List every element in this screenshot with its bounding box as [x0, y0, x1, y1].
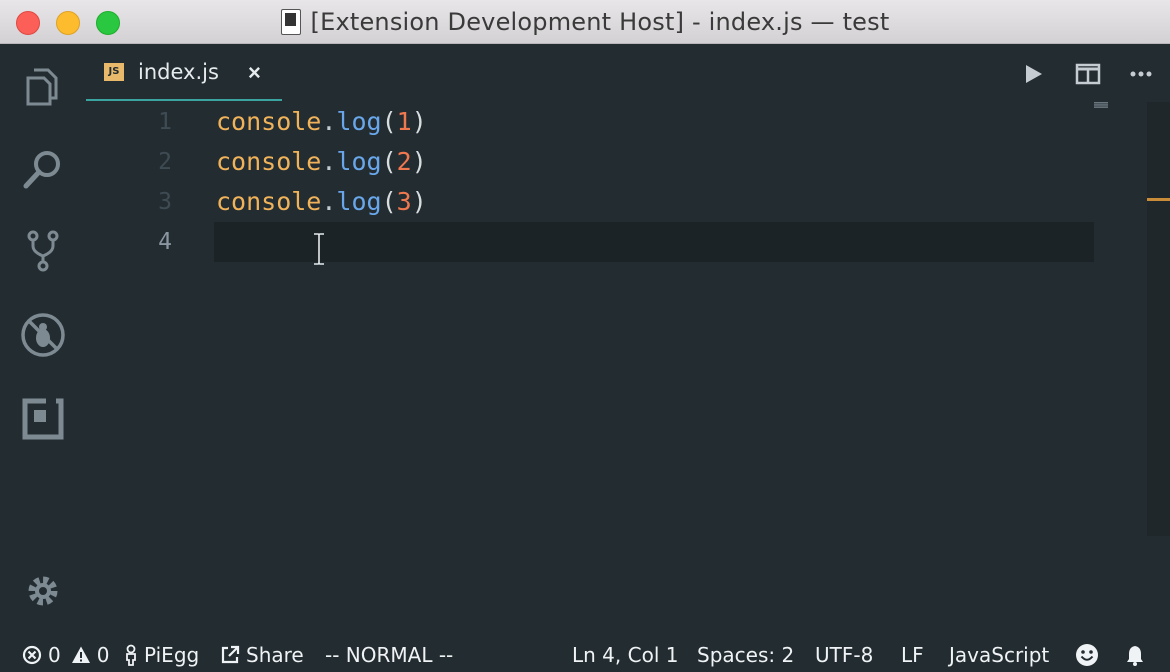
close-tab-icon[interactable]: × — [248, 60, 261, 86]
files-icon[interactable] — [20, 64, 66, 110]
share-icon — [221, 645, 240, 664]
split-editor-icon[interactable] — [1075, 61, 1101, 87]
code-line-4[interactable]: 4 — [86, 222, 214, 262]
user-icon — [126, 644, 136, 666]
indentation-label: Spaces: 2 — [697, 643, 795, 667]
token-dot: . — [321, 187, 337, 216]
token-paren: ) — [411, 147, 427, 176]
eol-label: LF — [901, 643, 924, 667]
user-name: PiEgg — [144, 643, 200, 667]
text-cursor-icon — [314, 233, 324, 265]
tab-index-js[interactable]: JS index.js × — [86, 44, 282, 101]
cursor-position-label: Ln 4, Col 1 — [572, 643, 679, 667]
token-number: 3 — [396, 187, 412, 216]
token-function: log — [336, 107, 382, 136]
encoding-selector[interactable]: UTF-8 — [815, 638, 873, 672]
token-dot: . — [321, 107, 337, 136]
token-number: 1 — [396, 107, 412, 136]
gear-icon[interactable] — [24, 572, 62, 610]
extensions-icon[interactable] — [20, 396, 66, 442]
share-label: Share — [246, 643, 304, 667]
warning-count: 0 — [96, 643, 110, 667]
encoding-label: UTF-8 — [815, 643, 874, 667]
title-bar: [Extension Development Host] - index.js … — [0, 0, 1170, 44]
token-function: log — [336, 187, 382, 216]
token-object: console — [216, 187, 322, 216]
vim-mode-indicator: -- NORMAL -- — [325, 638, 453, 672]
activity-bar — [0, 44, 86, 638]
minimap-indicator — [1094, 102, 1108, 108]
more-actions-icon[interactable] — [1128, 61, 1154, 87]
token-function: log — [336, 147, 382, 176]
current-line-highlight — [214, 222, 1094, 262]
run-icon[interactable] — [1020, 61, 1046, 87]
search-icon[interactable] — [20, 146, 66, 192]
token-number: 2 — [396, 147, 412, 176]
cursor-position[interactable]: Ln 4, Col 1 — [572, 638, 678, 672]
token-paren: ( — [381, 147, 397, 176]
feedback-button[interactable] — [1075, 638, 1099, 672]
line-code: console.log(2) — [216, 142, 427, 182]
source-control-icon[interactable] — [20, 228, 66, 274]
language-label: JavaScript — [949, 643, 1050, 667]
warning-icon — [71, 646, 90, 663]
token-paren: ( — [381, 107, 397, 136]
problems-indicator[interactable]: 0 0 — [22, 638, 109, 672]
live-share-user[interactable]: PiEgg — [124, 638, 199, 672]
vim-mode-label: -- NORMAL -- — [325, 643, 454, 667]
bell-icon — [1127, 646, 1143, 666]
line-code: console.log(1) — [216, 102, 427, 142]
error-icon — [22, 645, 42, 665]
token-dot: . — [321, 147, 337, 176]
javascript-file-icon: JS — [104, 62, 124, 81]
eol-selector[interactable]: LF — [901, 638, 924, 672]
smiley-icon — [1076, 644, 1098, 666]
debug-icon[interactable] — [20, 312, 66, 358]
token-paren: ) — [411, 187, 427, 216]
window-title-group: [Extension Development Host] - index.js … — [0, 0, 1170, 44]
window-title: [Extension Development Host] - index.js … — [310, 8, 890, 36]
line-number: 4 — [158, 229, 172, 255]
tab-label: index.js — [138, 59, 219, 84]
code-line-1[interactable]: 1 console.log(1) — [86, 102, 1096, 142]
share-button[interactable]: Share — [220, 638, 304, 672]
line-number: 1 — [158, 109, 172, 135]
notifications-button[interactable] — [1124, 638, 1146, 672]
editor-tabs: JS index.js × — [86, 44, 1170, 102]
code-line-3[interactable]: 3 console.log(3) — [86, 182, 1096, 222]
line-number: 3 — [158, 189, 172, 215]
scrollbar-cursor-marker — [1147, 198, 1170, 201]
line-code: console.log(3) — [216, 182, 427, 222]
token-object: console — [216, 147, 322, 176]
token-paren: ( — [381, 187, 397, 216]
token-object: console — [216, 107, 322, 136]
document-icon — [280, 9, 301, 35]
code-line-2[interactable]: 2 console.log(2) — [86, 142, 1096, 182]
token-paren: ) — [411, 107, 427, 136]
code-editor[interactable]: 1 console.log(1) 2 console.log(2) 3 cons… — [86, 102, 1170, 638]
language-mode-selector[interactable]: JavaScript — [949, 638, 1049, 672]
vertical-scrollbar[interactable] — [1147, 102, 1170, 536]
indentation-selector[interactable]: Spaces: 2 — [697, 638, 794, 672]
line-number: 2 — [158, 149, 172, 175]
status-bar: 0 0 PiEgg Share -- NORMAL -- Ln 4, Col 1… — [0, 638, 1170, 672]
error-count: 0 — [48, 643, 61, 667]
